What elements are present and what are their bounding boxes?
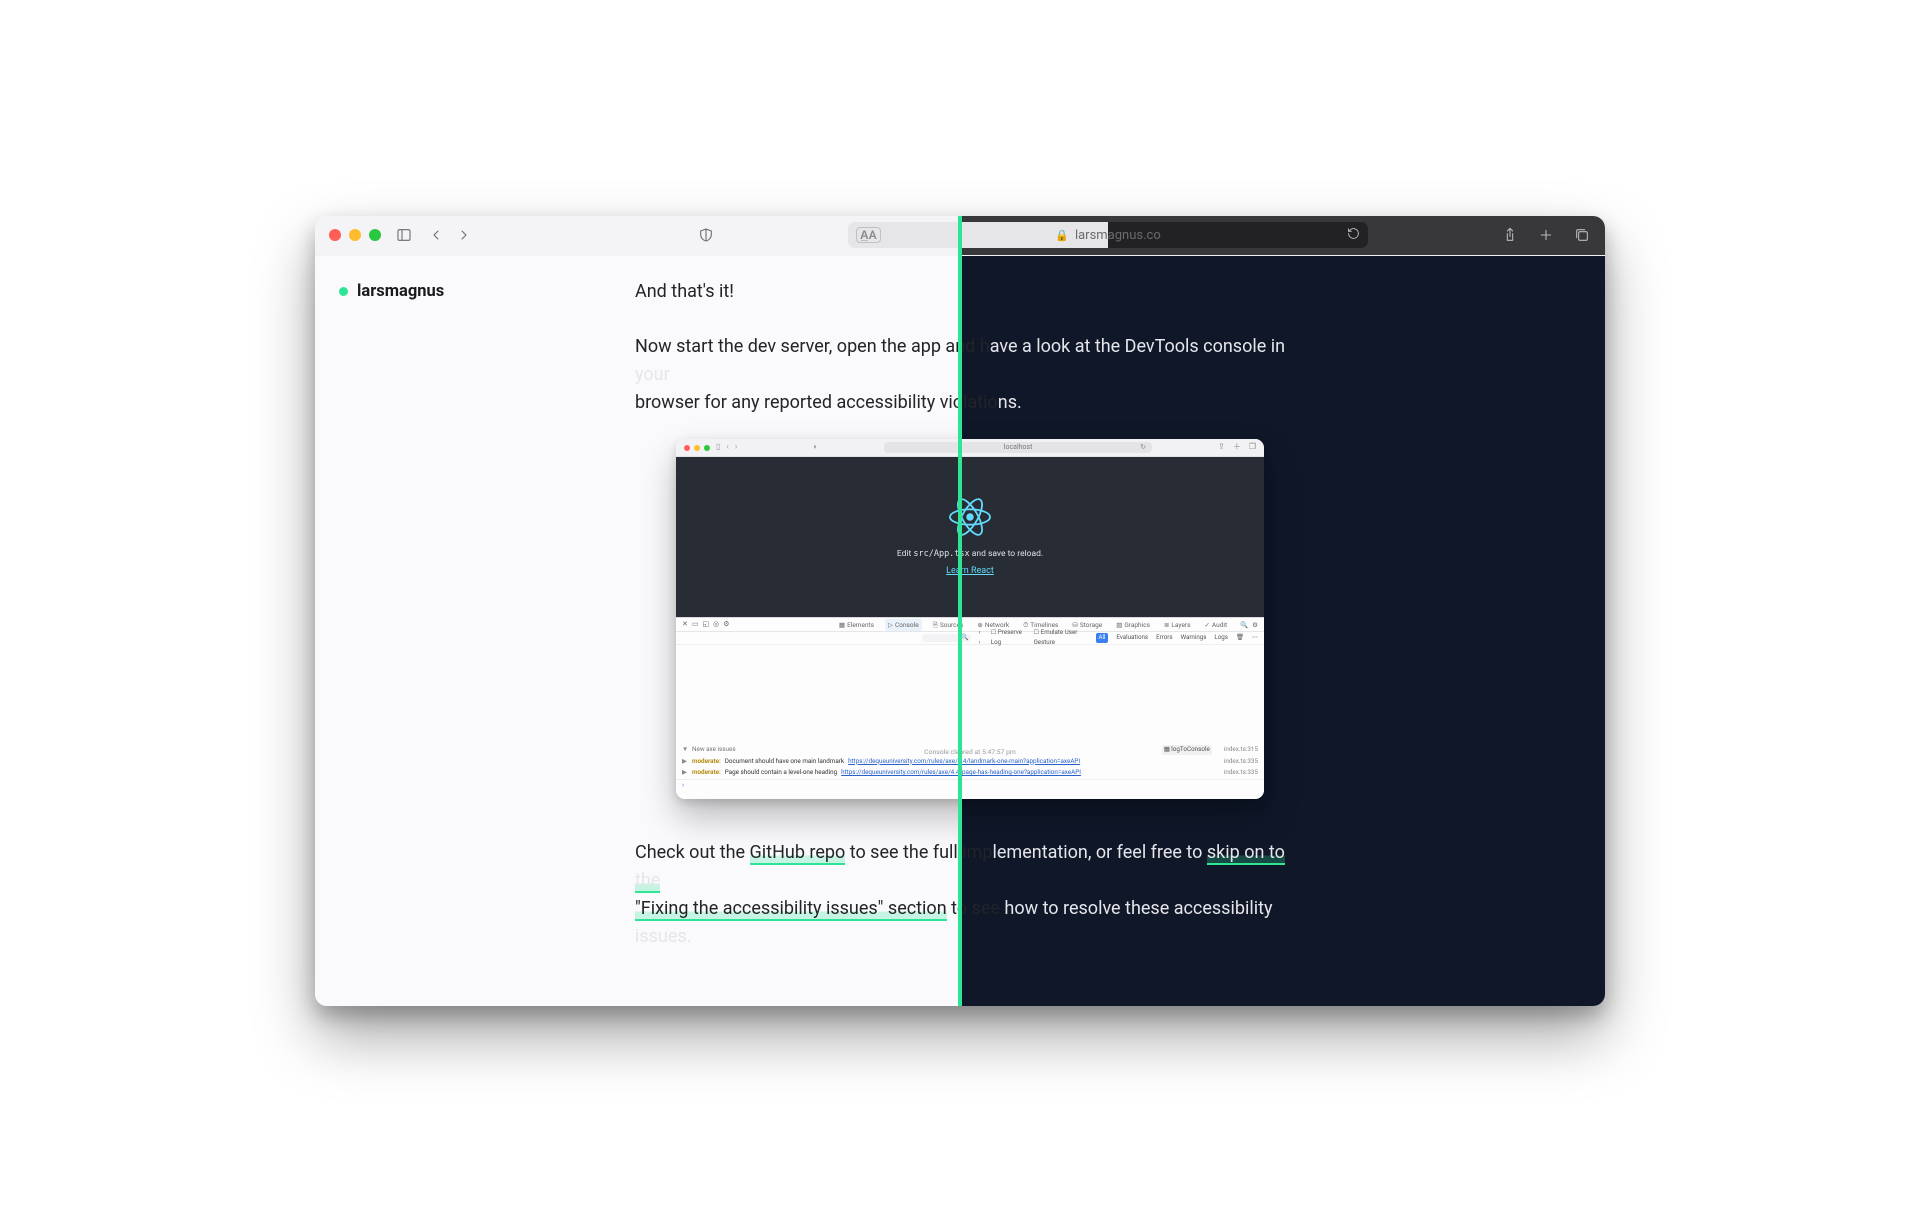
- devtools-filter-errors: Errors: [1156, 633, 1172, 643]
- lock-icon: 🔒: [1055, 229, 1069, 242]
- refresh-icon[interactable]: [1347, 227, 1360, 244]
- devtools-tab-console: ▷ Console: [885, 619, 922, 631]
- shot-share-icon: ⇪: [1218, 441, 1225, 453]
- devtools-tab-graphics: ▨ Graphics: [1113, 619, 1153, 631]
- sidebar-toggle-icon[interactable]: [395, 226, 413, 244]
- shot-back-icon: ‹: [726, 441, 728, 453]
- devtools-tabbar: ✕ ▭ ◱ ◎ ⚙ ▦ Elements ▷ Console 🗎 Sources…: [676, 618, 1264, 632]
- share-icon[interactable]: [1501, 226, 1519, 244]
- devtools-target-icon: ◎: [713, 619, 719, 630]
- window-traffic-lights: [329, 229, 381, 241]
- devtools-tab-layers: ≣ Layers: [1161, 619, 1193, 631]
- shot-react-app: Edit src/App.tsx and save to reload. Lea…: [676, 457, 1264, 617]
- devtools-gear-icon: ⚙: [723, 619, 729, 630]
- shot-edit-text: Edit src/App.tsx and save to reload.: [897, 548, 1043, 561]
- minimize-window-button[interactable]: [349, 229, 361, 241]
- devtools-log-line: ▶ moderate: Document should have one mai…: [676, 756, 1264, 768]
- article-p3-b: to see the full imp: [845, 842, 992, 863]
- site-brand[interactable]: larsmagnus: [339, 282, 444, 301]
- devtools-inspect-icon: ◱: [703, 619, 710, 630]
- devtools-more-icon: ⋯: [1252, 633, 1258, 643]
- devtools-console-body: Console cleared at 5:47:57 pm ▼ New axe …: [676, 645, 1264, 799]
- shot-plus-icon: ＋: [1233, 441, 1241, 453]
- shot-learn-react-link: Learn React: [946, 565, 994, 579]
- devtools-group-header: ▼ New axe issues ▦ logToConsole index.ts…: [676, 744, 1264, 756]
- devtools-filter-search: [922, 634, 971, 642]
- shot-sidebar-icon: ▯: [716, 441, 720, 453]
- react-logo-icon: [949, 496, 991, 538]
- devtools-filter-all: All: [1096, 633, 1109, 642]
- devtools-dock-icon: ▭: [692, 619, 699, 630]
- reader-textsize-icon[interactable]: A̲A: [856, 227, 881, 243]
- article-p1: And that's it!: [635, 281, 734, 302]
- article-body: And that's it! Now start the dev server,…: [635, 278, 1305, 973]
- back-button[interactable]: [427, 226, 445, 244]
- forward-button[interactable]: [455, 226, 473, 244]
- article-p2b-light: browser for any reported accessibility v…: [635, 392, 998, 413]
- devtools-trash-icon: 🗑: [1236, 633, 1244, 643]
- article-p3-a: Check out the: [635, 842, 750, 863]
- shot-toolbar: ▯ ‹ › ◐ localhost ↻ ⇪ ＋ ❐: [676, 439, 1264, 457]
- devtools-tab-elements: ▦ Elements: [836, 619, 877, 631]
- devtools-close-icon: ✕: [682, 619, 688, 630]
- brand-dot-icon: [339, 287, 348, 296]
- shot-devtools: ✕ ▭ ◱ ◎ ⚙ ▦ Elements ▷ Console 🗎 Sources…: [676, 617, 1264, 799]
- shot-address-text: localhost: [1004, 442, 1033, 453]
- comparison-divider[interactable]: [958, 216, 962, 1006]
- privacy-shield-icon[interactable]: [697, 226, 715, 244]
- shot-traffic-lights: [684, 445, 710, 451]
- skip-section-link-light[interactable]: "Fixing the accessibility issues" sectio…: [635, 898, 947, 921]
- devtools-log-line: ▶ moderate: Page should contain a level-…: [676, 767, 1264, 779]
- shot-tabs-icon: ❐: [1249, 441, 1256, 453]
- article-p2-light: Now start the dev server, open the app a…: [635, 336, 990, 357]
- brand-text: larsmagnus: [357, 282, 444, 301]
- shot-address-bar: localhost ↻: [884, 442, 1152, 453]
- devtools-filter-logs: Logs: [1214, 633, 1228, 643]
- devtools-search-icon: 🔍: [1240, 620, 1248, 630]
- address-bar[interactable]: A̲A 🔒 larsmagnus.co: [848, 222, 1368, 248]
- shot-refresh-icon: ↻: [1140, 442, 1146, 453]
- new-tab-icon[interactable]: [1537, 226, 1555, 244]
- devtools-filterbar: ‹ › ☐ Preserve Log ☐ Emulate User Gestur…: [676, 632, 1264, 645]
- embedded-screenshot: ▯ ‹ › ◐ localhost ↻ ⇪ ＋ ❐: [676, 439, 1264, 799]
- shot-shield-icon: ◐: [813, 441, 818, 453]
- close-window-button[interactable]: [329, 229, 341, 241]
- article-p3-c: to see: [947, 898, 1000, 919]
- maximize-window-button[interactable]: [369, 229, 381, 241]
- devtools-filter-evaluations: Evaluations: [1116, 633, 1148, 643]
- article-p3-dark-a: lementation, or feel free to: [993, 842, 1207, 863]
- all-tabs-icon[interactable]: [1573, 226, 1591, 244]
- browser-window: A̲A 🔒 larsmagnus.co: [315, 216, 1605, 1006]
- devtools-settings-icon: ⚙: [1252, 620, 1258, 630]
- address-text: larsmagnus.co: [1075, 228, 1161, 243]
- github-repo-link[interactable]: GitHub repo: [750, 842, 846, 865]
- devtools-tab-audit: ✓ Audit: [1201, 619, 1230, 631]
- shot-forward-icon: ›: [735, 441, 737, 453]
- article-p2b-dark: ns.: [998, 392, 1022, 413]
- devtools-prompt: ›: [676, 779, 1264, 789]
- devtools-filter-warnings: Warnings: [1181, 633, 1207, 643]
